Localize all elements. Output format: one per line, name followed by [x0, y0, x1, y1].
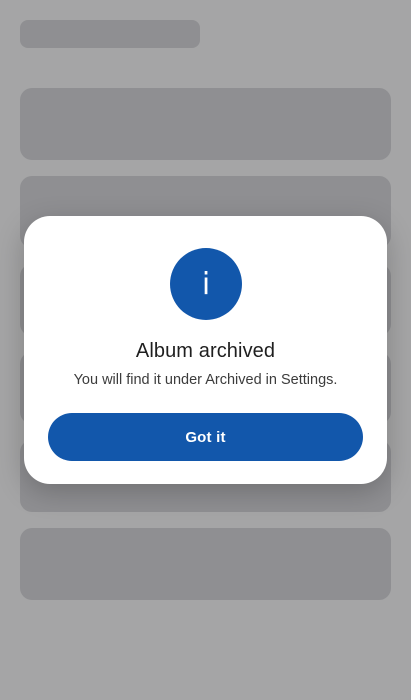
- got-it-button[interactable]: Got it: [48, 413, 363, 461]
- info-icon-glyph: i: [201, 267, 211, 302]
- dialog-title: Album archived: [135, 340, 276, 362]
- dialog-message: You will find it under Archived in Setti…: [73, 372, 338, 388]
- info-icon: i: [170, 248, 242, 320]
- archive-confirmation-dialog: i Album archived You will find it under …: [24, 216, 387, 484]
